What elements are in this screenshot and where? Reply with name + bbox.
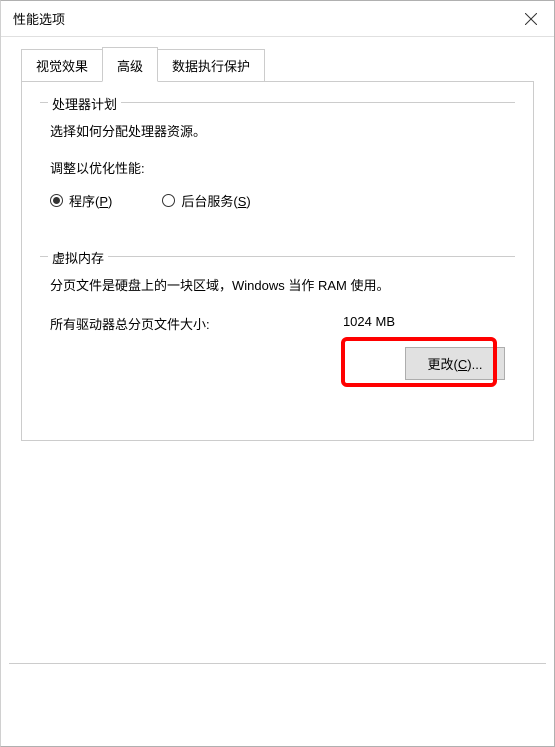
vm-total-label: 所有驱动器总分页文件大小: xyxy=(50,314,210,333)
group-title-processor: 处理器计划 xyxy=(48,94,121,113)
radio-row: 程序(P) 后台服务(S) xyxy=(50,187,505,216)
group-vm-inner: 分页文件是硬盘上的一块区域，Windows 当作 RAM 使用。 所有驱动器总分… xyxy=(40,256,515,390)
vm-total-row: 所有驱动器总分页文件大小: 1024 MB xyxy=(50,314,505,333)
radio-background-services[interactable]: 后台服务(S) xyxy=(162,191,250,210)
adjust-label: 调整以优化性能: xyxy=(50,158,505,177)
tab-panel-advanced: 处理器计划 选择如何分配处理器资源。 调整以优化性能: 程序(P) 后台服务(S… xyxy=(21,81,534,441)
group-virtual-memory: 虚拟内存 分页文件是硬盘上的一块区域，Windows 当作 RAM 使用。 所有… xyxy=(40,256,515,390)
group-title-virtual-memory: 虚拟内存 xyxy=(48,248,108,267)
window-title: 性能选项 xyxy=(13,9,65,28)
change-button[interactable]: 更改(C)... xyxy=(405,347,505,380)
content-area: 视觉效果 高级 数据执行保护 处理器计划 选择如何分配处理器资源。 调整以优化性… xyxy=(1,37,554,441)
radio-programs[interactable]: 程序(P) xyxy=(50,191,112,210)
radio-label: 程序(P) xyxy=(69,191,112,210)
close-button[interactable] xyxy=(508,1,554,37)
bottom-divider xyxy=(9,663,546,664)
performance-options-window: 性能选项 视觉效果 高级 数据执行保护 处理器计划 选择如何分配处理器资源。 调… xyxy=(0,0,555,747)
tab-advanced[interactable]: 高级 xyxy=(102,47,158,82)
tab-visual-effects[interactable]: 视觉效果 xyxy=(21,49,103,82)
titlebar: 性能选项 xyxy=(1,1,554,37)
radio-label: 后台服务(S) xyxy=(181,191,250,210)
close-icon xyxy=(525,13,537,25)
group-processor-inner: 选择如何分配处理器资源。 调整以优化性能: 程序(P) 后台服务(S) xyxy=(40,102,515,226)
group-processor-scheduling: 处理器计划 选择如何分配处理器资源。 调整以优化性能: 程序(P) 后台服务(S… xyxy=(40,102,515,226)
vm-total-value: 1024 MB xyxy=(343,314,395,333)
vm-desc: 分页文件是硬盘上的一块区域，Windows 当作 RAM 使用。 xyxy=(50,275,505,294)
tab-strip: 视觉效果 高级 数据执行保护 xyxy=(21,49,534,82)
change-button-row: 更改(C)... xyxy=(50,347,505,380)
tab-dep[interactable]: 数据执行保护 xyxy=(157,49,265,82)
radio-icon xyxy=(50,194,63,207)
radio-icon xyxy=(162,194,175,207)
processor-desc: 选择如何分配处理器资源。 xyxy=(50,121,505,140)
